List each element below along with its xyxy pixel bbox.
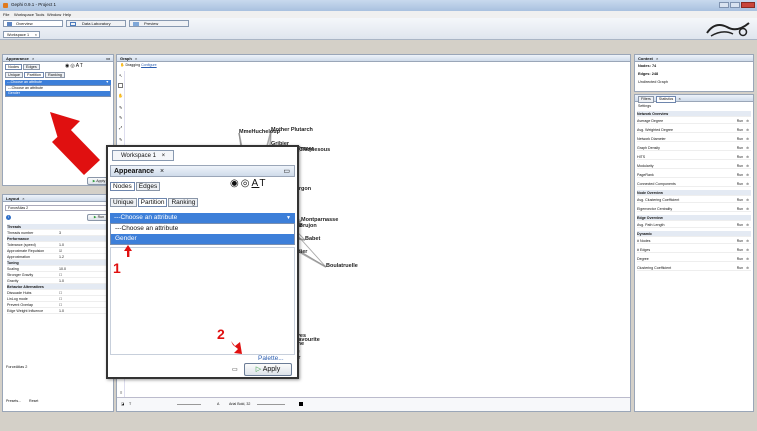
big-red-arrow-icon xyxy=(50,112,100,175)
small-red-arrow-icon xyxy=(124,245,132,257)
annotation-number-2: 2 xyxy=(217,326,225,342)
annotation-overlay xyxy=(50,112,242,354)
annotation-number-1: 1 xyxy=(113,260,121,276)
small-red-arrow-2-icon xyxy=(231,341,242,354)
